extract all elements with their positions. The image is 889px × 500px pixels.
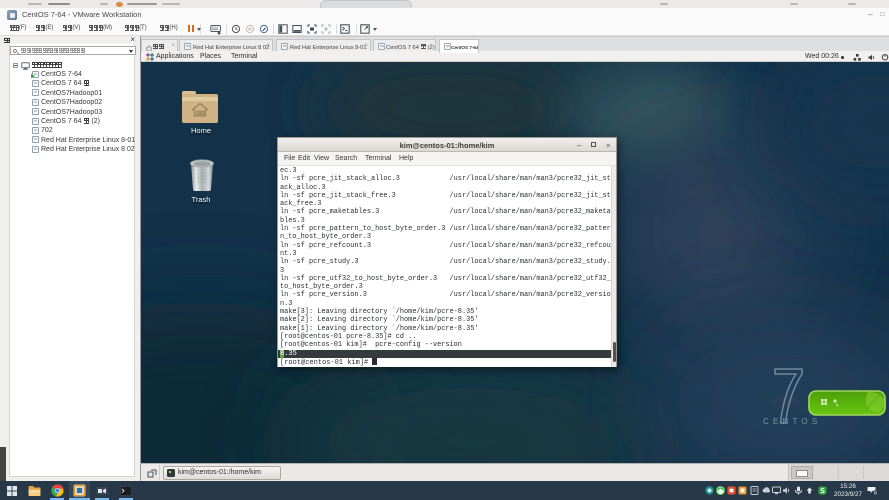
svg-text:6: 6 xyxy=(874,491,877,496)
